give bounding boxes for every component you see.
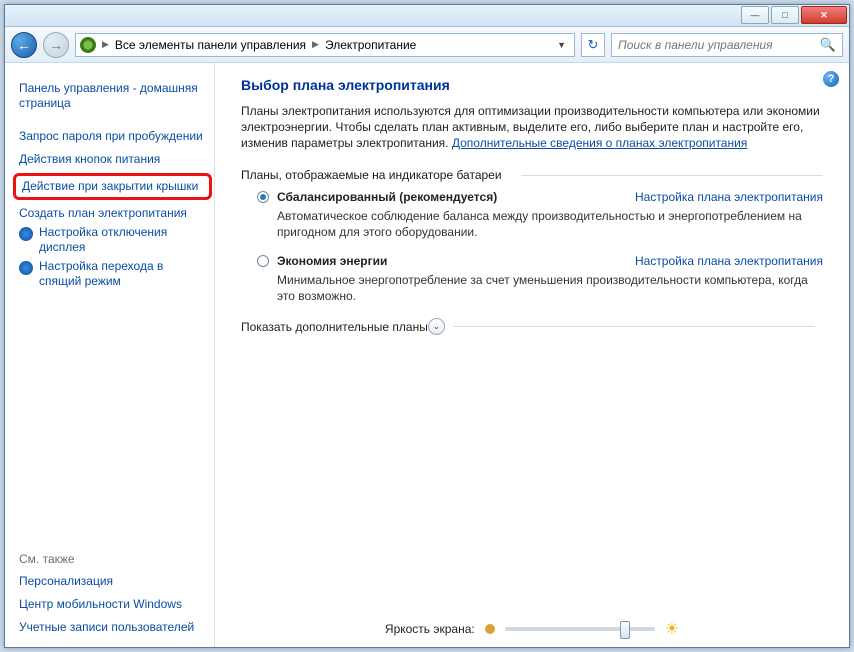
display-icon — [19, 227, 33, 241]
address-bar[interactable]: ▶ Все элементы панели управления ▶ Элект… — [75, 33, 575, 57]
breadcrumb-sep-icon: ▶ — [312, 39, 319, 50]
search-placeholder: Поиск в панели управления — [618, 38, 773, 52]
plan-balanced-settings-link[interactable]: Настройка плана электропитания — [635, 190, 823, 204]
plan-balanced-desc: Автоматическое соблюдение баланса между … — [277, 208, 823, 240]
brightness-label: Яркость экрана: — [385, 622, 475, 636]
titlebar: — □ ✕ — [5, 5, 849, 27]
nav-back-button[interactable]: ← — [11, 32, 37, 58]
see-also-mobility-center[interactable]: Центр мобильности Windows — [19, 593, 208, 616]
plan-powersaver-settings-link[interactable]: Настройка плана электропитания — [635, 254, 823, 268]
control-panel-icon — [80, 37, 96, 53]
maximize-button[interactable]: □ — [771, 6, 799, 24]
plan-balanced-name[interactable]: Сбалансированный (рекомендуется) — [277, 190, 497, 204]
plan-powersaver: Экономия энергии Настройка плана электро… — [257, 254, 823, 304]
breadcrumb-item[interactable]: Электропитание — [325, 38, 416, 52]
control-panel-window: — □ ✕ ← → ▶ Все элементы панели управлен… — [4, 4, 850, 648]
help-icon[interactable]: ? — [823, 71, 839, 87]
navbar: ← → ▶ Все элементы панели управления ▶ Э… — [5, 27, 849, 63]
sidebar-see-also: См. также Персонализация Центр мобильнос… — [19, 532, 208, 639]
sidebar: Панель управления - домашняя страница За… — [5, 63, 215, 647]
intro-more-link[interactable]: Дополнительные сведения о планах электро… — [452, 136, 747, 150]
address-dropdown-icon[interactable]: ▼ — [553, 40, 570, 50]
minimize-button[interactable]: — — [741, 6, 769, 24]
brightness-high-icon: ☀ — [665, 619, 679, 639]
sidebar-item-sleep-link[interactable]: Настройка перехода в спящий режим — [39, 259, 208, 289]
see-also-heading: См. также — [19, 552, 208, 566]
main-panel: ? Выбор плана электропитания Планы элект… — [215, 63, 849, 647]
sidebar-item-lid-close-highlight: Действие при закрытии крышки — [13, 173, 212, 200]
sidebar-item-create-plan[interactable]: Создать план электропитания — [19, 202, 208, 225]
breadcrumb-item[interactable]: Все элементы панели управления — [115, 38, 306, 52]
sidebar-item-display-off[interactable]: Настройка отключения дисплея — [19, 225, 208, 255]
breadcrumb-sep-icon: ▶ — [102, 39, 109, 50]
content-body: Панель управления - домашняя страница За… — [5, 63, 849, 647]
plan-powersaver-name[interactable]: Экономия энергии — [277, 254, 387, 268]
nav-forward-button[interactable]: → — [43, 32, 69, 58]
chevron-down-icon[interactable]: ⌄ — [428, 318, 445, 335]
brightness-low-icon — [485, 624, 495, 634]
page-title: Выбор плана электропитания — [241, 77, 823, 93]
close-button[interactable]: ✕ — [801, 6, 847, 24]
sidebar-item-sleep[interactable]: Настройка перехода в спящий режим — [19, 259, 208, 289]
sidebar-item-lid-close[interactable]: Действие при закрытии крышки — [22, 179, 203, 194]
sleep-icon — [19, 261, 33, 275]
search-icon[interactable]: 🔍 — [820, 37, 836, 53]
sidebar-item-display-off-link[interactable]: Настройка отключения дисплея — [39, 225, 208, 255]
plan-powersaver-radio[interactable] — [257, 255, 269, 267]
brightness-slider[interactable] — [505, 627, 655, 631]
sidebar-home-link[interactable]: Панель управления - домашняя страница — [19, 77, 208, 115]
plans-group-label: Планы, отображаемые на индикаторе батаре… — [241, 168, 823, 182]
see-also-personalization[interactable]: Персонализация — [19, 570, 208, 593]
see-also-user-accounts[interactable]: Учетные записи пользователей — [19, 616, 208, 639]
sidebar-item-power-buttons[interactable]: Действия кнопок питания — [19, 148, 208, 171]
brightness-slider-thumb[interactable] — [620, 621, 630, 639]
show-additional-plans[interactable]: Показать дополнительные планы ⌄ — [241, 318, 823, 335]
expander-label: Показать дополнительные планы — [241, 320, 428, 334]
refresh-button[interactable]: ↻ — [581, 33, 605, 57]
plan-balanced-radio[interactable] — [257, 191, 269, 203]
plan-balanced: Сбалансированный (рекомендуется) Настрой… — [257, 190, 823, 240]
brightness-control: Яркость экрана: ☀ — [215, 619, 849, 639]
search-box[interactable]: Поиск в панели управления 🔍 — [611, 33, 843, 57]
window-buttons: — □ ✕ — [741, 5, 849, 24]
sidebar-item-wake-password[interactable]: Запрос пароля при пробуждении — [19, 125, 208, 148]
plan-powersaver-desc: Минимальное энергопотребление за счет ум… — [277, 272, 823, 304]
intro-text: Планы электропитания используются для оп… — [241, 103, 823, 152]
